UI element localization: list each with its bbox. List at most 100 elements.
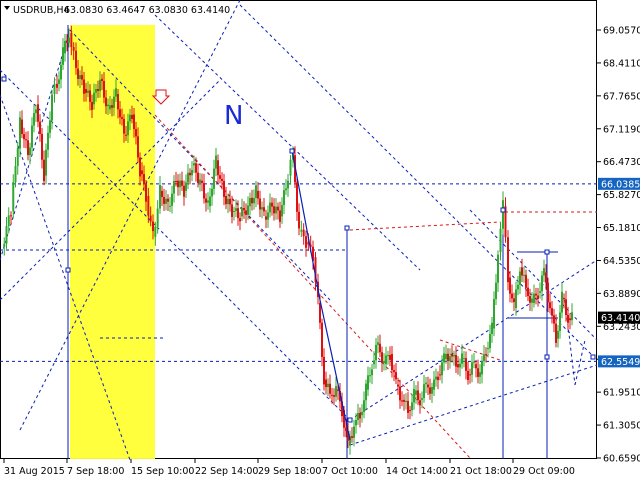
candle-body (99, 79, 101, 92)
x-tick-label: 7 Sep 18:00 (67, 466, 124, 477)
candle-body (229, 198, 231, 205)
candle-body (255, 185, 257, 198)
candle-body (29, 147, 31, 156)
candle-body (3, 243, 6, 247)
candle-body (83, 79, 85, 94)
candle-body (433, 379, 435, 390)
candle-body (321, 322, 323, 357)
x-tick-label: 14 Oct 14:00 (386, 466, 448, 477)
candle-body (493, 299, 495, 329)
candle-body (207, 200, 209, 203)
candle-body (12, 182, 15, 212)
candle-body (43, 159, 45, 182)
candle-body (79, 75, 81, 79)
x-tick-label: 21 Oct 18:00 (450, 466, 512, 477)
candle-body (121, 117, 123, 119)
candle-body (205, 198, 207, 203)
candle-body (377, 342, 379, 345)
candle-body (555, 323, 557, 343)
y-tick-label: 67.1190 (603, 124, 640, 135)
candle-body (89, 90, 91, 102)
candle-body (271, 202, 273, 207)
x-tick-label: 15 Sep 10:00 (131, 466, 194, 477)
x-tick-label: 31 Aug 2015 (4, 466, 65, 477)
candle-body (415, 390, 417, 395)
candle-body (183, 185, 185, 197)
candle-body (217, 160, 219, 176)
candle-body (23, 134, 25, 140)
candle-body (489, 333, 491, 349)
candle-body (137, 136, 139, 158)
candle-body (237, 208, 239, 219)
candle-body (523, 274, 525, 276)
candle-body (219, 175, 221, 179)
candle-body (213, 168, 215, 189)
candle-body (77, 68, 79, 79)
candle-body (435, 376, 437, 380)
candle-body (283, 190, 285, 206)
candle-body (113, 96, 115, 108)
candle-body (103, 81, 105, 98)
candle-body (16, 148, 19, 167)
y-tick-label: 69.0570 (603, 26, 640, 37)
y-tick-label: 64.5350 (603, 256, 640, 267)
candle-body (429, 387, 431, 394)
candle-body (551, 308, 553, 316)
candle-body (149, 215, 152, 222)
candle-body (417, 390, 419, 401)
candle-body (447, 353, 449, 362)
candle-body (419, 400, 421, 406)
candle-body (93, 92, 95, 105)
candle-body (203, 182, 205, 199)
candle-body (465, 358, 467, 371)
candle-body (381, 352, 383, 364)
candle-body (41, 133, 43, 160)
candle-body (475, 364, 477, 369)
candle-body (191, 169, 193, 176)
candle-body (223, 180, 225, 197)
candle-body (195, 163, 197, 173)
price-tag-label: 66.0385 (601, 179, 640, 190)
candle-body (363, 400, 365, 413)
candle-body (143, 174, 145, 185)
candle-body (483, 354, 485, 362)
candle-body (273, 206, 275, 214)
candle-body (173, 180, 175, 194)
candle-body (441, 362, 443, 376)
candle-body (287, 180, 289, 189)
y-tick-label: 67.7650 (603, 91, 640, 102)
candle-body (201, 180, 203, 183)
candle-body (389, 355, 391, 360)
candle-body (565, 299, 567, 316)
candle-body (58, 79, 60, 84)
candle-body (70, 32, 73, 48)
candle-body (161, 190, 163, 197)
candle-body (39, 121, 41, 134)
candle-body (62, 47, 64, 65)
candle-body (267, 212, 269, 220)
candle-body (383, 361, 385, 364)
candle-body (425, 382, 427, 385)
candle-body (515, 289, 517, 309)
candle-body (127, 121, 129, 136)
candle-body (367, 375, 369, 390)
candle-body (56, 83, 58, 88)
candle-body (131, 114, 133, 119)
price-tags: 66.0385 62.5549 63.4140 (598, 177, 640, 368)
candle-body (371, 369, 373, 376)
candle-body (519, 271, 521, 285)
candle-body (451, 353, 453, 357)
candle-body (275, 206, 277, 214)
candle-body (549, 302, 551, 309)
candle-body (525, 274, 527, 288)
candle-body (557, 330, 559, 339)
y-tick-label: 61.9510 (603, 388, 640, 399)
candle-body (95, 89, 97, 93)
candle-body (285, 188, 287, 191)
candle-body (97, 89, 99, 92)
candle-body (107, 104, 109, 107)
price-tag-label: 63.4140 (601, 313, 640, 324)
candle-body (225, 195, 227, 205)
candle-body (437, 376, 439, 381)
candle-body (227, 198, 229, 205)
